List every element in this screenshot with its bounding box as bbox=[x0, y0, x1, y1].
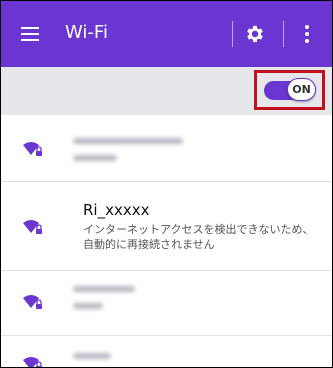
blurred-status bbox=[73, 303, 103, 309]
wifi-settings-screen: Wi-Fi ON Ri_xxxxx インターネットアクセスを検出できないため、自… bbox=[0, 0, 333, 368]
wifi-lock-icon bbox=[23, 357, 43, 367]
app-bar: Wi-Fi bbox=[1, 1, 332, 67]
blurred-status bbox=[73, 155, 117, 161]
more-vert-icon[interactable] bbox=[304, 25, 310, 43]
divider bbox=[283, 21, 284, 47]
highlight-box: ON bbox=[254, 70, 325, 110]
hamburger-menu-icon[interactable] bbox=[21, 27, 39, 41]
toggle-label: ON bbox=[292, 83, 311, 96]
wifi-toggle-bar: ON bbox=[1, 67, 332, 115]
wifi-lock-icon bbox=[23, 295, 43, 311]
network-ssid: Ri_xxxxx bbox=[83, 201, 150, 219]
network-status: インターネットアクセスを検出できないため、自動的に再接続されません bbox=[83, 223, 314, 251]
network-item[interactable]: Ri_xxxxx インターネットアクセスを検出できないため、自動的に再接続されま… bbox=[1, 181, 332, 271]
toggle-knob[interactable]: ON bbox=[287, 78, 316, 101]
network-item[interactable] bbox=[1, 335, 332, 367]
page-title: Wi-Fi bbox=[65, 22, 108, 43]
wifi-toggle-switch[interactable]: ON bbox=[264, 78, 316, 101]
blurred-ssid bbox=[73, 286, 135, 292]
wifi-lock-icon bbox=[23, 220, 43, 236]
network-item[interactable] bbox=[1, 115, 332, 182]
network-item[interactable] bbox=[1, 270, 332, 336]
divider bbox=[232, 21, 233, 47]
blurred-ssid bbox=[73, 353, 111, 359]
blurred-ssid bbox=[73, 138, 183, 144]
gear-icon[interactable] bbox=[244, 23, 266, 45]
wifi-lock-icon bbox=[23, 142, 43, 158]
